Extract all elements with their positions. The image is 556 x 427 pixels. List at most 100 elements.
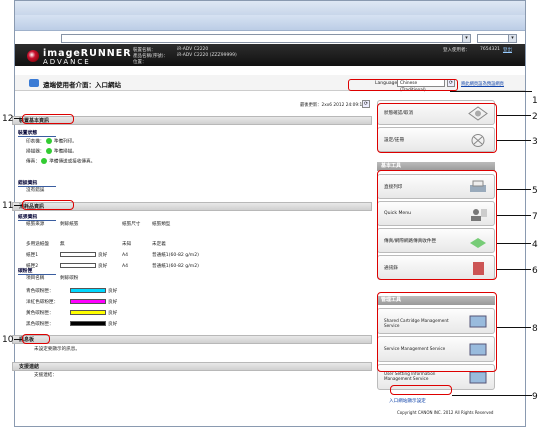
portal-icon — [29, 79, 39, 87]
callout-leader-line — [14, 205, 22, 206]
login-user-label: 登入使用者： — [443, 48, 470, 53]
toner-row: 黑色碳粉匣： 良好 — [26, 321, 226, 329]
status-label: 掃描器： — [26, 149, 45, 155]
status-label: 印表機： — [26, 139, 45, 145]
message-board-header: 訊息板 — [12, 335, 372, 344]
toner-name: 黑色碳粉匣： — [26, 322, 54, 327]
callout-leader-line — [450, 91, 532, 92]
highlight-mgmt-tools — [377, 292, 497, 372]
message-board-text: 未設定要顯示的訊息。 — [34, 347, 80, 352]
browser-dropdown[interactable]: ▾ — [477, 34, 517, 43]
toner-level: 良好 — [70, 288, 117, 296]
device-header: imageRUNNER ADVANCE 裝置名稱： iR-ADV C2220 產… — [15, 44, 525, 66]
highlight-top-buttons — [377, 103, 497, 153]
logout-link[interactable]: 登出 — [503, 47, 512, 53]
paper-row: 多用途紙盤 無 未知 未定義 — [26, 241, 226, 249]
button-label: User Setting Information Management Serv… — [384, 371, 436, 381]
ok-icon — [45, 138, 52, 144]
paper-source: 多用途紙盤 — [26, 242, 49, 247]
status-value: 準備傳送或接收傳真。 — [49, 159, 96, 165]
callout-leader-line — [497, 140, 531, 141]
callout-leader-line — [497, 215, 531, 216]
address-bar[interactable]: ▾ — [61, 34, 471, 43]
callout-leader-line — [497, 269, 531, 270]
paper-size: 未知 — [122, 242, 132, 247]
status-row-fax: 傳真： 準備傳送或接收傳真。 — [26, 158, 95, 166]
callout-number: 1 — [532, 96, 538, 106]
col-header: 剩餘碳粉 — [60, 276, 79, 281]
toner-level: 良好 — [70, 310, 117, 318]
toner-name: 黃色碳粉匣： — [26, 311, 54, 316]
toner-header-row: 項目名稱 剩餘碳粉 — [26, 275, 226, 283]
language-highlight — [348, 79, 458, 91]
toner-row: 黃色碳粉匣： 良好 — [26, 310, 226, 318]
col-header: 剩餘紙張 — [60, 222, 79, 227]
paper-type: 普通紙1(60-82 g/m2) — [152, 253, 199, 258]
toner-row: 洋紅色碳粉匣： 良好 — [26, 299, 226, 307]
callout-number: 5 — [532, 186, 538, 196]
callout-leader-line — [497, 115, 531, 116]
paper-source: 紙匣1 — [26, 253, 39, 258]
highlight-consumables — [22, 200, 74, 210]
callout-leader-line — [14, 118, 22, 119]
status-row-printer: 印表機： 準備列印。 — [26, 138, 77, 146]
login-user: 7654321 — [480, 47, 501, 52]
callout-number: 11 — [2, 201, 14, 211]
status-label: 傳真： — [26, 159, 40, 165]
callout-number: 10 — [2, 335, 14, 345]
status-value: 準備掃描。 — [53, 149, 77, 155]
brand-subtitle: ADVANCE — [43, 58, 91, 66]
highlight-message-board — [22, 334, 50, 344]
callout-leader-line — [452, 395, 532, 396]
toner-swatch — [70, 288, 106, 293]
chevron-down-icon[interactable]: ▾ — [508, 35, 516, 42]
highlight-basic-tools — [377, 170, 497, 280]
highlight-portal-display — [390, 385, 452, 395]
error-subtitle: 錯誤資訊 — [18, 179, 56, 187]
toner-level: 良好 — [70, 299, 117, 307]
toner-name: 青色碳粉匣： — [26, 289, 54, 294]
portal-display-link[interactable]: 入口網站顯示設定 — [377, 398, 499, 404]
error-text: 沒有錯誤 — [26, 188, 45, 193]
device-name: iR-ADV C2220 — [177, 47, 209, 52]
toner-swatch — [70, 299, 106, 304]
browser-title-bar — [15, 1, 525, 15]
col-header: 紙張尺寸 — [122, 222, 141, 227]
portal-display-label: 入口網站顯示設定 — [389, 399, 426, 404]
toner-level: 良好 — [70, 321, 117, 329]
logo-icon — [27, 50, 39, 62]
paper-type: 普通紙1(60-82 g/m2) — [152, 264, 199, 269]
support-text: 支援連結： — [34, 373, 57, 378]
set-default-link[interactable]: 將此網頁設為預設網頁 — [461, 81, 504, 87]
toner-swatch — [70, 310, 106, 315]
callout-leader-line — [497, 189, 531, 190]
callout-leader-line — [497, 327, 531, 328]
callout-leader-line — [497, 243, 531, 244]
chevron-down-icon[interactable]: ▾ — [462, 35, 470, 42]
status-row-scanner: 掃描器： 準備掃描。 — [26, 148, 77, 156]
highlight-device-basic — [22, 114, 74, 124]
callout-leader-line — [14, 339, 22, 340]
paper-level: 良好 — [60, 252, 107, 260]
page-title: 遠端使用者介面：入口網站 — [43, 81, 121, 89]
paper-type: 未定義 — [152, 242, 166, 247]
toner-name: 洋紅色碳粉匣： — [26, 300, 59, 305]
copyright: Copyright CANON INC. 2012 All Rights Res… — [397, 410, 494, 415]
paper-source: 紙匣2 — [26, 264, 39, 269]
status-value: 準備列印。 — [53, 139, 77, 145]
device-status-subtitle: 裝置狀態 — [18, 129, 56, 137]
callout-number: 4 — [532, 240, 538, 250]
paper-size: A4 — [122, 253, 129, 258]
monitor-icon — [469, 371, 487, 384]
basic-tools-title: 基本工具 — [381, 163, 402, 169]
callout-number: 6 — [532, 266, 538, 276]
callout-number: 12 — [2, 114, 14, 124]
toner-row: 青色碳粉匣： 良好 — [26, 288, 226, 296]
callout-number: 3 — [532, 137, 538, 147]
toner-swatch — [70, 321, 106, 326]
callout-number: 7 — [532, 212, 538, 222]
paper-row: 紙匣2 良好 A4 普通紙1(60-82 g/m2) — [26, 263, 226, 271]
col-header: 紙張類型 — [152, 222, 171, 227]
paper-level: 良好 — [60, 263, 107, 271]
col-header: 紙張來源 — [26, 222, 45, 227]
